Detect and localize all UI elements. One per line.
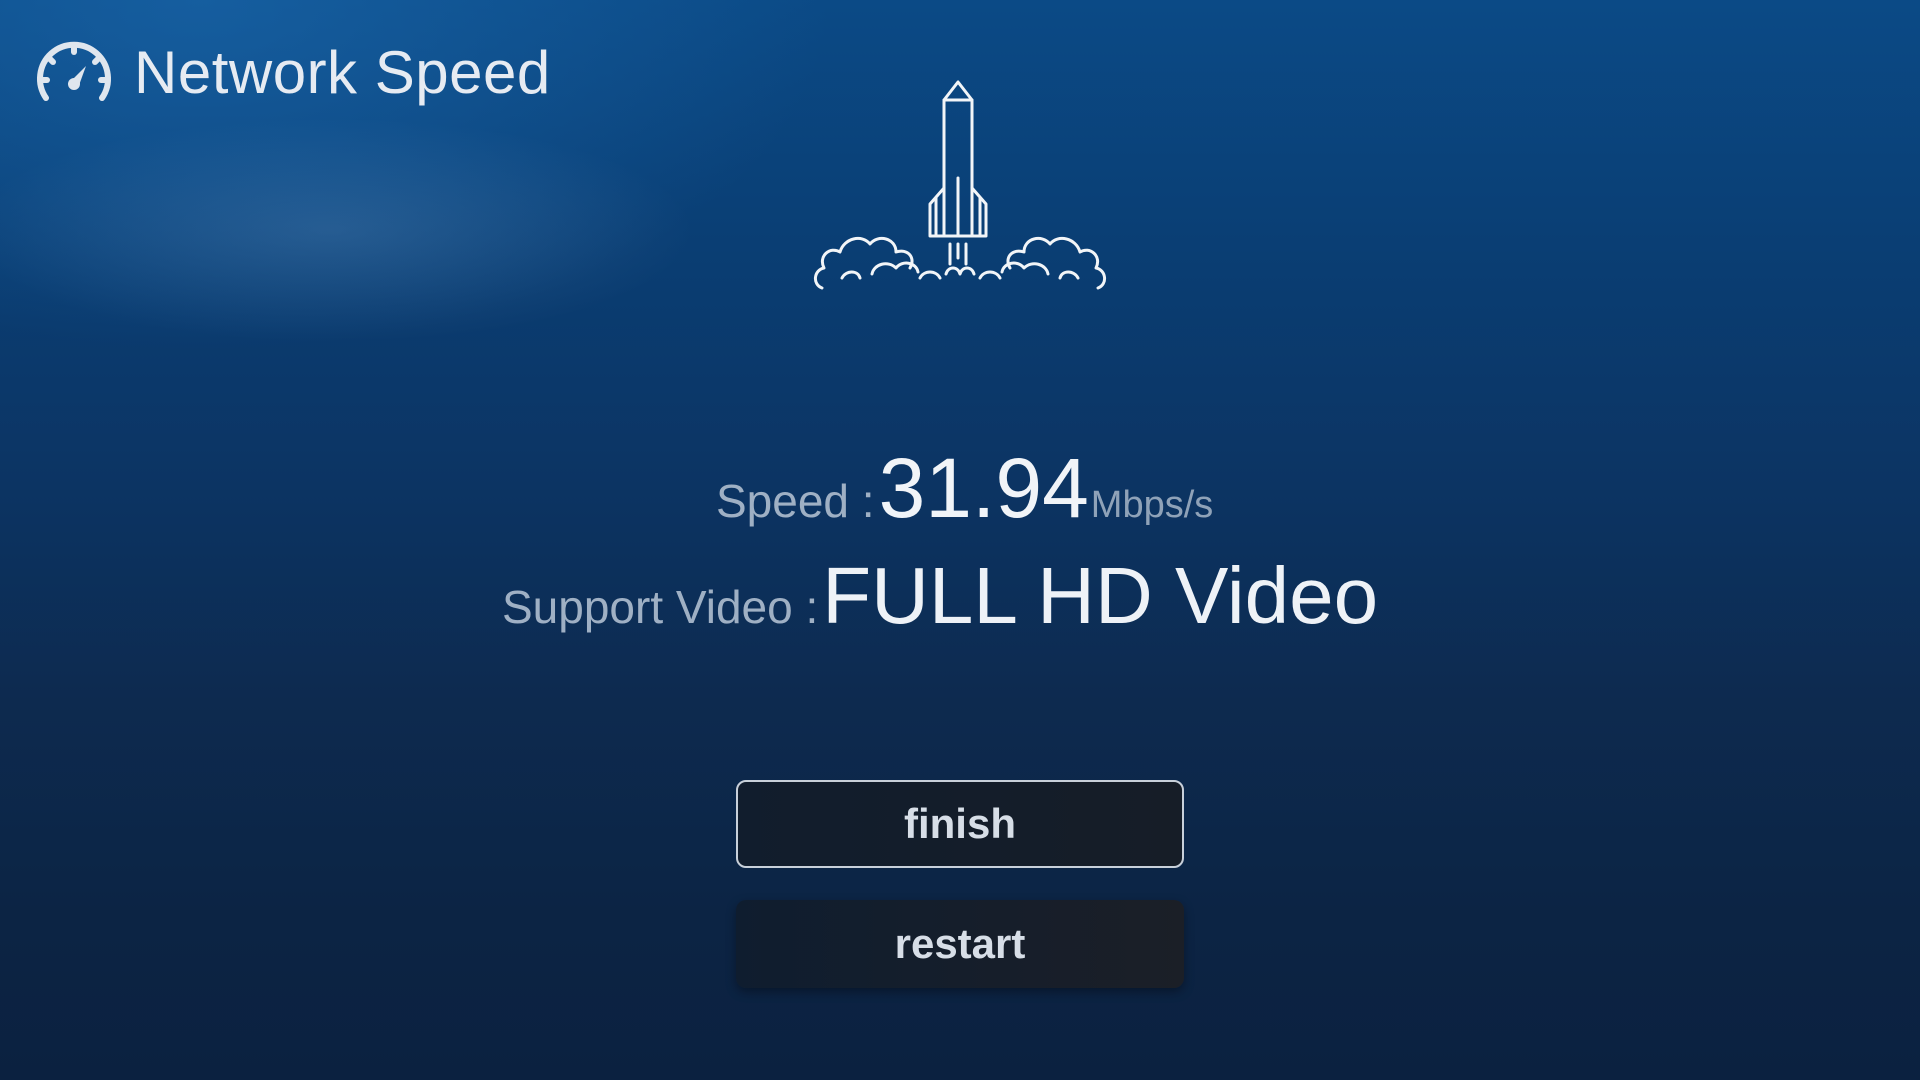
speed-unit: Mbps/s [1090,484,1214,526]
app-header: Network Speed [34,36,551,108]
restart-button[interactable]: restart [736,900,1184,988]
page-title: Network Speed [134,38,551,106]
speed-label: Speed : [716,475,875,527]
support-video-row: Support Video : FULL HD Video [502,550,1378,642]
support-video-value: FULL HD Video [822,551,1379,640]
speed-value: 31.94 [878,441,1089,535]
rocket-launch-icon [812,78,1108,303]
speed-row: Speed : 31.94 Mbps/s [716,440,1213,537]
speedometer-icon [34,36,114,108]
finish-button[interactable]: finish [736,780,1184,868]
support-video-label: Support Video : [502,581,819,633]
